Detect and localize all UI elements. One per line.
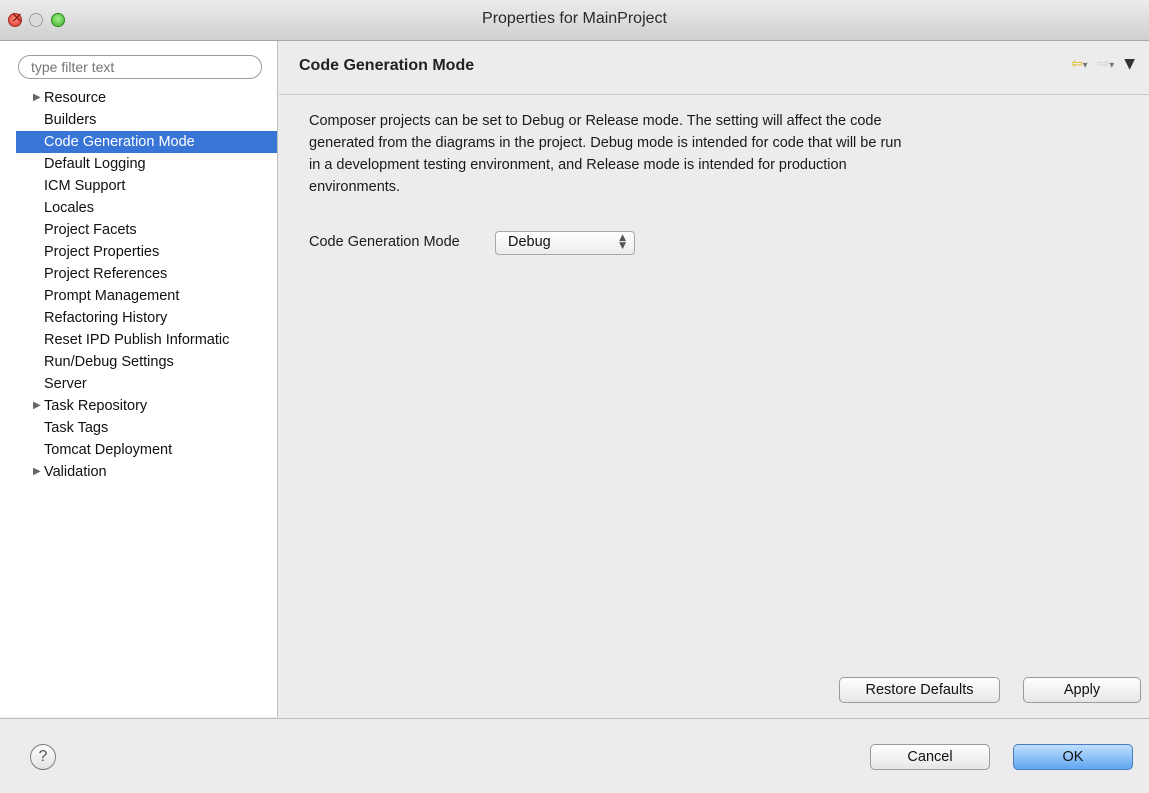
tree-item-prompt-management[interactable]: Prompt Management — [0, 285, 277, 307]
ok-button[interactable]: OK — [1013, 744, 1133, 770]
description-text: Composer projects can be set to Debug or… — [309, 113, 902, 195]
tree-item-task-repository[interactable]: ▶ Task Repository — [0, 395, 277, 417]
triangle-right-icon[interactable]: ▶ — [33, 461, 41, 483]
mode-select[interactable]: Debug ▲ ▼ — [495, 231, 635, 255]
tree-item-label: Refactoring History — [44, 310, 168, 326]
mode-label: Code Generation Mode — [309, 234, 460, 250]
back-dropdown-icon[interactable]: ▾ — [1083, 60, 1088, 71]
tree-item-project-facets[interactable]: Project Facets — [0, 219, 277, 241]
filter-input[interactable] — [18, 55, 262, 79]
forward-arrow-icon[interactable]: ⇨ — [1098, 56, 1110, 72]
tree-item-label: Task Tags — [44, 420, 109, 436]
title-bar[interactable]: Properties for MainProject — [0, 0, 1149, 41]
tree-item-label: Code Generation Mode — [44, 134, 195, 150]
window-title: Properties for MainProject — [482, 10, 667, 27]
tree-item-label: Default Logging — [44, 156, 146, 172]
tree-item-label: Validation — [44, 464, 107, 480]
tree-item-label: Reset IPD Publish Informatic — [44, 332, 230, 348]
properties-dialog: Properties for MainProject ▶ResourceBuil… — [0, 0, 1149, 793]
tree-item-label: Project References — [44, 266, 168, 282]
tree-item-reset-ipd-publish-informatic[interactable]: Reset IPD Publish Informatic — [0, 329, 277, 351]
tree-item-label: Project Facets — [44, 222, 137, 238]
cancel-button[interactable]: Cancel — [870, 744, 990, 770]
tree-item-label: ICM Support — [44, 178, 126, 194]
restore-defaults-button[interactable]: Restore Defaults — [839, 677, 1000, 703]
select-arrows-icon: ▲ ▼ — [619, 233, 626, 251]
tree-item-run-debug-settings[interactable]: Run/Debug Settings — [0, 351, 277, 373]
tree-item-label: Resource — [44, 90, 107, 106]
tree-item-label: Prompt Management — [44, 288, 180, 304]
apply-button[interactable]: Apply — [1023, 677, 1141, 703]
content-header: Code Generation Mode ⇦▾ ⇨▾ ▼ — [279, 41, 1149, 95]
tree-item-task-tags[interactable]: Task Tags — [0, 417, 277, 439]
tree-item-project-properties[interactable]: Project Properties — [0, 241, 277, 263]
tree-item-locales[interactable]: Locales — [0, 197, 277, 219]
tree-item-label: Tomcat Deployment — [44, 442, 173, 458]
nav-toolbar: ⇦▾ ⇨▾ ▼ — [1071, 55, 1135, 72]
property-tree: ▶ Resource Builders Code Generation Mode Def… — [0, 87, 277, 483]
tree-item-label: Run/Debug Settings — [44, 354, 174, 370]
forward-dropdown-icon[interactable]: ▾ — [1109, 60, 1114, 71]
tree-item-label: Locales — [44, 200, 94, 216]
tree-item-label: Server — [44, 376, 87, 392]
tree-item-validation[interactable]: ▶ Validation — [0, 461, 277, 483]
tree-item-resource[interactable]: ▶ Resource — [0, 87, 277, 109]
content-body: Composer projects can be set to Debug or… — [279, 95, 1149, 717]
mode-select-value: Debug — [508, 234, 551, 250]
tree-item-builders[interactable]: Builders — [0, 109, 277, 131]
tree-item-refactoring-history[interactable]: Refactoring History — [0, 307, 277, 329]
tree-item-tomcat-deployment[interactable]: Tomcat Deployment — [0, 439, 277, 461]
tree-item-icm-support[interactable]: ICM Support — [0, 175, 277, 197]
view-menu-icon[interactable]: ▼ — [1124, 56, 1135, 72]
tree-item-project-references[interactable]: Project References — [0, 263, 277, 285]
tree-item-default-logging[interactable]: Default Logging — [0, 153, 277, 175]
sidebar: ▶ResourceBuildersCode Generation ModeDef… — [0, 41, 278, 717]
back-arrow-icon[interactable]: ⇦ — [1071, 56, 1083, 72]
tree-item-label: Task Repository — [44, 398, 148, 414]
page-title: Code Generation Mode — [299, 57, 475, 74]
tree-item-label: Project Properties — [44, 244, 160, 260]
triangle-right-icon[interactable]: ▶ — [33, 395, 41, 417]
tree-item-server[interactable]: Server — [0, 373, 277, 395]
tree-item-code-generation-mode[interactable]: Code Generation Mode — [16, 131, 277, 153]
help-icon[interactable]: ? — [30, 744, 56, 770]
tree-item-label: Builders — [44, 112, 97, 128]
footer: ? Cancel OK — [0, 718, 1149, 793]
triangle-right-icon[interactable]: ▶ — [33, 87, 41, 109]
